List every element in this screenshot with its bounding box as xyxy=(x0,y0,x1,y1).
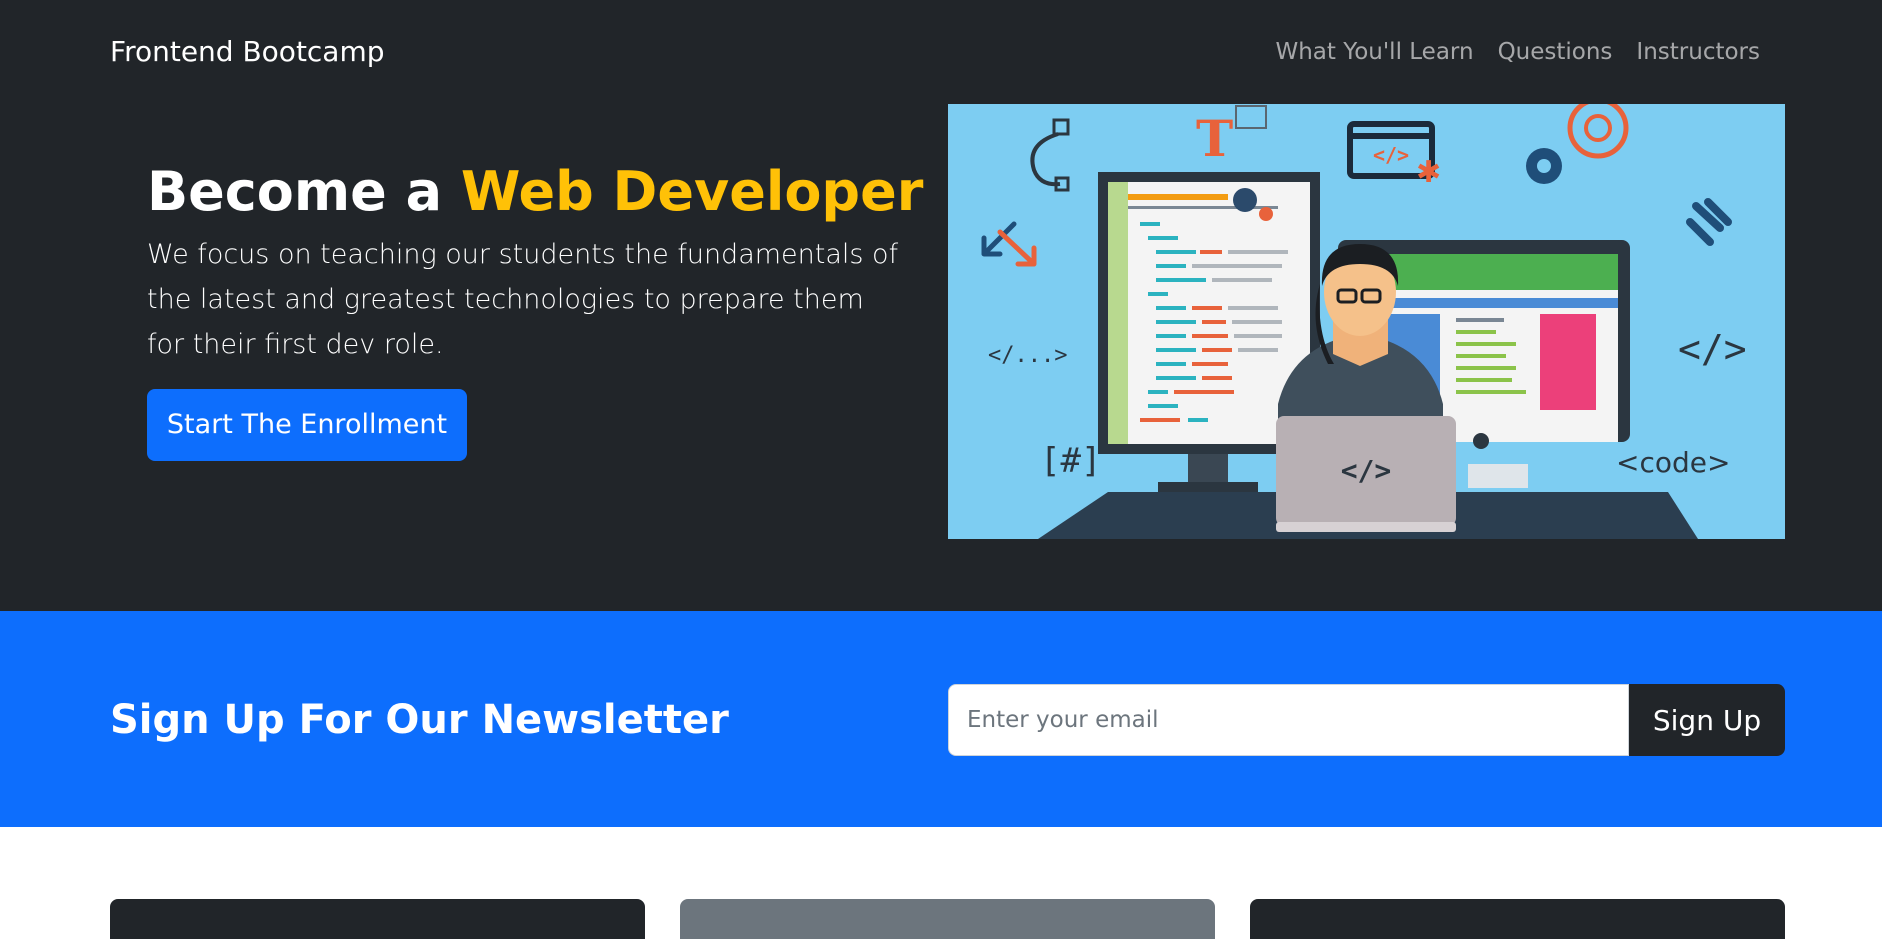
sign-up-button[interactable]: Sign Up xyxy=(1629,684,1785,756)
hero-title-prefix: Become a xyxy=(147,160,461,223)
code-word-label: <code> xyxy=(1616,446,1730,479)
newsletter-title: Sign Up For Our Newsletter xyxy=(110,697,729,743)
nav-link-questions[interactable]: Questions xyxy=(1486,32,1625,72)
hero-title: Become a Web Developer xyxy=(147,152,923,232)
code-ellipsis-label: </...> xyxy=(988,343,1067,368)
start-enrollment-button[interactable]: Start The Enrollment xyxy=(147,389,467,461)
navbar: Frontend Bootcamp What You'll Learn Ques… xyxy=(0,0,1882,104)
wrench-icon: ✱ xyxy=(1416,155,1441,190)
card-secondary xyxy=(680,899,1215,939)
developer-illustration: </> T </> ✱ </...> [#] </> <code> xyxy=(948,104,1785,539)
hero-lead: We focus on teaching our students the fu… xyxy=(147,239,899,360)
hero-section: Become a Web Developer We focus on teach… xyxy=(0,104,1882,611)
brand-link[interactable]: Frontend Bootcamp xyxy=(110,32,385,72)
hero-title-accent: Web Developer xyxy=(460,160,924,223)
hash-label: [#] xyxy=(1040,441,1101,481)
window-code-label: </> xyxy=(1373,143,1409,167)
nav-link-what-youll-learn[interactable]: What You'll Learn xyxy=(1263,32,1485,72)
text-tool-icon: T xyxy=(1196,109,1233,168)
code-tag-label: </> xyxy=(1678,327,1747,371)
card-dark xyxy=(1250,899,1785,939)
email-input[interactable] xyxy=(948,684,1629,756)
nav-link-instructors[interactable]: Instructors xyxy=(1624,32,1772,72)
cards-section xyxy=(0,827,1882,939)
laptop-code-label: </> xyxy=(1341,454,1392,487)
card-dark xyxy=(110,899,645,939)
newsletter-section: Sign Up For Our Newsletter Sign Up xyxy=(0,611,1882,827)
nav-links: What You'll Learn Questions Instructors xyxy=(1263,32,1772,72)
hero-illustration: </> T </> ✱ </...> [#] </> <code> xyxy=(948,104,1785,539)
